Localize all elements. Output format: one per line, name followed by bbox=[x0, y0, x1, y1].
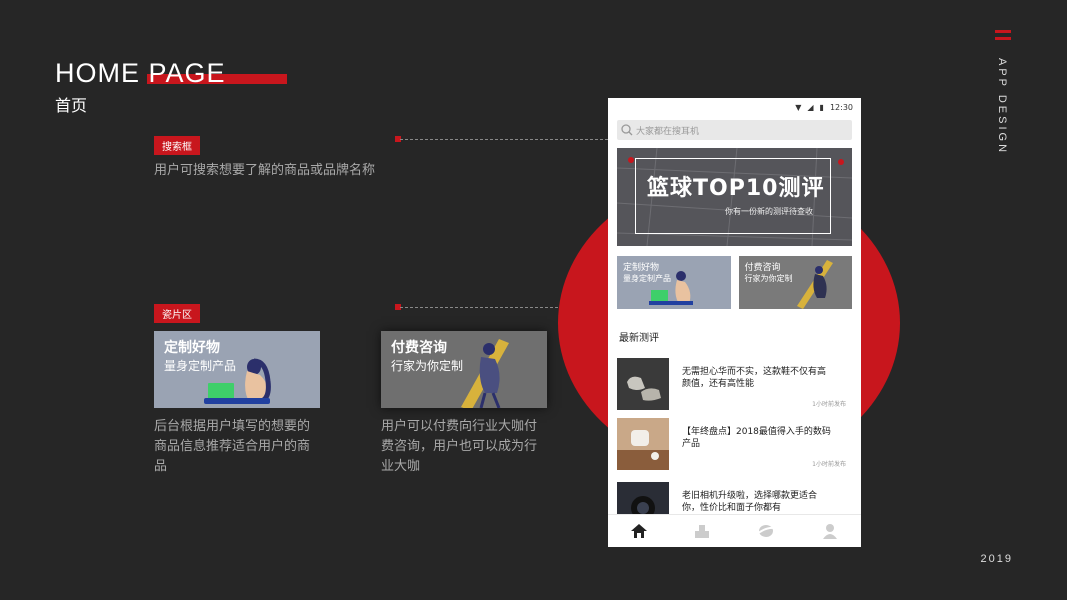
status-bar: ▼ ◢ ▮ 12:30 bbox=[608, 98, 861, 116]
search-icon bbox=[621, 124, 633, 136]
search-placeholder: 大家都在搜耳机 bbox=[636, 126, 700, 137]
year-label: 2019 bbox=[980, 553, 1013, 565]
side-bar-2 bbox=[995, 37, 1011, 40]
home-icon[interactable] bbox=[630, 523, 648, 539]
category-icon[interactable] bbox=[693, 523, 711, 539]
phone-tile-custom-goods[interactable]: 定制好物 量身定制产品 bbox=[617, 256, 731, 309]
article-text: 无需担心华而不实，这款鞋不仅有高颜值，还有高性能 bbox=[682, 367, 827, 389]
page-title-block: HOME PAGE 首页 bbox=[55, 58, 287, 116]
search-input[interactable]: 大家都在搜耳机 bbox=[617, 120, 852, 140]
banner-title: 篮球TOP10测评 bbox=[647, 176, 825, 201]
article-thumbnail-earphones bbox=[617, 418, 669, 470]
article-item[interactable]: 无需担心华而不实，这款鞋不仅有高颜值，还有高性能 1小时前发布 bbox=[617, 358, 852, 412]
search-tag: 搜索框 bbox=[154, 136, 200, 155]
person-pencil-illustration bbox=[796, 260, 833, 309]
side-bar-1 bbox=[995, 30, 1011, 33]
wifi-icon: ▼ bbox=[795, 102, 802, 112]
tile-custom-goods-desc: 后台根据用户填写的想要的商品信息推荐适合用户的商品 bbox=[154, 419, 311, 474]
article-text: 【年终盘点】2018最值得入手的数码产品 bbox=[682, 427, 831, 449]
profile-icon[interactable] bbox=[821, 523, 839, 539]
discover-icon[interactable] bbox=[756, 523, 776, 539]
tab-bar bbox=[608, 514, 861, 547]
section-title: 最新测评 bbox=[619, 333, 659, 344]
article-time: 1小时前发布 bbox=[812, 401, 846, 408]
tiles-tag: 瓷片区 bbox=[154, 304, 200, 323]
article-time: 1小时前发布 bbox=[812, 461, 846, 468]
person-laptop-illustration bbox=[649, 271, 693, 305]
tile-paid-consult-desc: 用户可以付费向行业大咖付费咨询，用户也可以成为行业大咖 bbox=[381, 419, 538, 474]
phone-mockup: ▼ ◢ ▮ 12:30 大家都在搜耳机 篮球TOP10测评 你有一份新的测评待查… bbox=[608, 98, 861, 547]
page-title: HOME PAGE bbox=[55, 58, 226, 88]
article-thumbnail-shoes bbox=[617, 358, 669, 410]
phone-tiles: 定制好物 量身定制产品 付费咨询 行家为你定制 bbox=[617, 256, 852, 309]
tile-custom-goods[interactable]: 定制好物 量身定制产品 bbox=[154, 331, 320, 408]
banner-carousel[interactable]: 篮球TOP10测评 你有一份新的测评待查收 bbox=[617, 148, 852, 246]
person-pencil-illustration bbox=[461, 339, 509, 408]
status-time: 12:30 bbox=[829, 102, 853, 112]
phone-tile-paid-consult[interactable]: 付费咨询 行家为你定制 bbox=[738, 256, 852, 309]
tile-paid-consult[interactable]: 付费咨询 行家为你定制 bbox=[381, 331, 547, 408]
search-desc: 用户可搜索想要了解的商品或品牌名称 bbox=[154, 163, 376, 178]
app-design-label: APP DESIGN bbox=[996, 58, 1008, 156]
person-laptop-illustration bbox=[204, 358, 271, 404]
page-subtitle: 首页 bbox=[55, 96, 88, 115]
search-connector-line bbox=[400, 139, 613, 140]
battery-icon: ▮ bbox=[819, 102, 824, 112]
article-item[interactable]: 【年终盘点】2018最值得入手的数码产品 1小时前发布 bbox=[617, 418, 852, 472]
side-tag: APP DESIGN bbox=[995, 30, 1011, 155]
banner-subtitle: 你有一份新的测评待查收 bbox=[725, 207, 813, 216]
signal-icon: ◢ bbox=[807, 102, 814, 112]
